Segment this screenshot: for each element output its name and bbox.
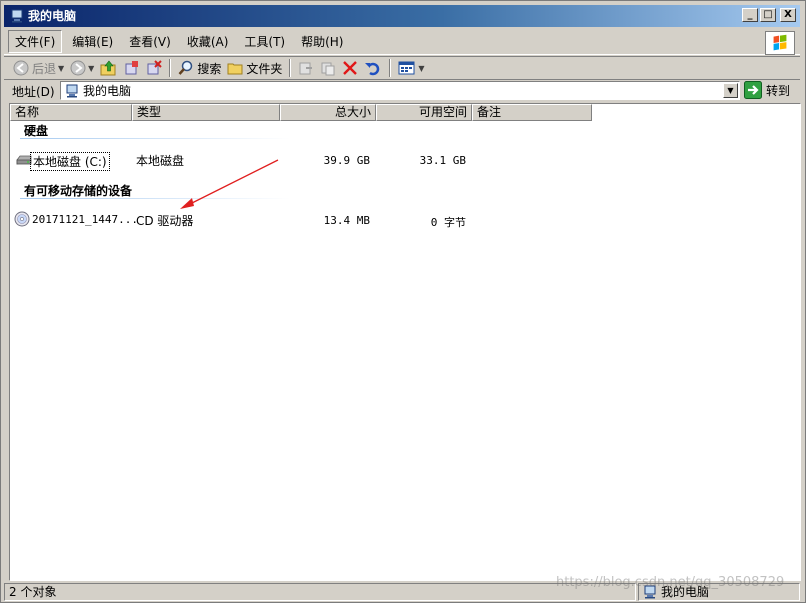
column-header-name[interactable]: 名称: [10, 104, 132, 121]
search-button[interactable]: 搜索: [175, 57, 224, 79]
folders-button[interactable]: 文件夹: [224, 57, 285, 79]
views-button[interactable]: ▼: [395, 57, 427, 79]
delete-button[interactable]: [143, 57, 165, 79]
delete-x-button[interactable]: [339, 57, 361, 79]
up-folder-button[interactable]: [97, 57, 121, 79]
address-label: 地址(D): [12, 84, 55, 99]
status-object-count: 2 个对象: [4, 583, 636, 601]
toolbar: 后退 ▼ ▼ 搜索 文件夹 ▼: [4, 56, 800, 80]
group-title-removable-storage: 有可移动存储的设备: [24, 184, 133, 198]
item-total-size: 39.9 GB: [323, 154, 370, 167]
copy-button[interactable]: [317, 57, 339, 79]
item-free-space: 0 字节: [430, 216, 466, 229]
copy-to-button[interactable]: [121, 57, 143, 79]
item-name[interactable]: 本地磁盘 (C:): [30, 152, 110, 171]
window-title: 我的电脑: [28, 9, 77, 23]
annotation-arrow: [180, 159, 279, 209]
undo-button[interactable]: [361, 57, 385, 79]
toolbar-separator: [389, 59, 392, 77]
column-header-total-size[interactable]: 总大小: [280, 104, 376, 121]
toolbar-separator: [169, 59, 172, 77]
close-icon: [343, 61, 358, 75]
item-total-size: 13.4 MB: [323, 214, 370, 227]
move-to-button[interactable]: [295, 57, 317, 79]
search-icon: [178, 60, 193, 75]
column-header-comments[interactable]: 备注: [472, 104, 592, 121]
move-to-icon: [299, 62, 313, 75]
undo-icon: [365, 62, 380, 76]
back-button[interactable]: 后退 ▼: [10, 57, 67, 79]
chevron-down-icon[interactable]: ▼: [88, 64, 94, 73]
forward-button[interactable]: ▼: [67, 57, 97, 79]
menu-favorites[interactable]: 收藏(A): [181, 31, 235, 52]
windows-logo: [765, 31, 795, 55]
group-title-hard-disks: 硬盘: [24, 124, 49, 138]
minimize-button[interactable]: _: [742, 8, 758, 22]
maximize-button[interactable]: □: [760, 8, 776, 22]
chevron-down-icon[interactable]: ▼: [58, 64, 64, 73]
file-list[interactable]: 名称 类型 总大小 可用空间 备注 硬盘 本地磁盘 (C:) 本地磁盘 39.9…: [9, 103, 801, 581]
address-value: 我的电脑: [83, 84, 132, 98]
title-bar[interactable]: 我的电脑 _ □ X: [4, 5, 800, 27]
menu-view[interactable]: 查看(V): [123, 31, 177, 52]
forward-arrow-icon: [70, 60, 86, 76]
up-folder-icon: [100, 60, 116, 76]
menu-bar: 文件(F) 编辑(E) 查看(V) 收藏(A) 工具(T) 帮助(H): [4, 29, 800, 55]
go-label: 转到: [766, 83, 791, 98]
explorer-window: 我的电脑 _ □ X 文件(F) 编辑(E) 查看(V) 收藏(A) 工具(T)…: [0, 0, 806, 603]
address-input[interactable]: 我的电脑 ▼: [60, 81, 740, 100]
column-header-type[interactable]: 类型: [132, 104, 280, 121]
chevron-down-icon[interactable]: ▼: [418, 64, 424, 73]
view-grid-icon: [398, 61, 415, 75]
toolbar-separator: [289, 59, 292, 77]
column-header-free-space[interactable]: 可用空间: [376, 104, 472, 121]
search-label: 搜索: [197, 61, 222, 76]
computer-icon: [11, 9, 23, 23]
menu-help[interactable]: 帮助(H): [295, 31, 349, 52]
windows-flag-icon: [773, 34, 787, 51]
item-free-space: 33.1 GB: [419, 154, 466, 167]
go-button[interactable]: 转到: [744, 81, 790, 99]
window-controls: _ □ X: [742, 8, 796, 22]
back-arrow-icon: [13, 60, 29, 76]
copy-to-icon: [125, 61, 139, 75]
address-dropdown-button[interactable]: ▼: [723, 83, 738, 98]
menu-file[interactable]: 文件(F): [8, 30, 63, 53]
group-divider: [20, 138, 290, 139]
item-type: CD 驱动器: [136, 214, 194, 228]
address-bar: 地址(D) 我的电脑 ▼ 转到: [4, 80, 800, 102]
item-name[interactable]: 20171121_1447...: [32, 213, 138, 226]
folder-icon: [227, 63, 243, 75]
back-label: 后退: [32, 61, 57, 76]
folders-label: 文件夹: [246, 61, 283, 76]
delete-file-icon: [147, 60, 163, 75]
menu-edit[interactable]: 编辑(E): [66, 31, 119, 52]
close-button[interactable]: X: [780, 8, 796, 22]
cd-drive-icon: [14, 211, 30, 227]
copy-icon: [321, 62, 335, 76]
computer-icon: [66, 84, 78, 97]
menu-tools[interactable]: 工具(T): [238, 31, 291, 52]
go-arrow-icon: [744, 81, 762, 99]
watermark: https://blog.csdn.net/qq_30508729: [556, 575, 785, 590]
